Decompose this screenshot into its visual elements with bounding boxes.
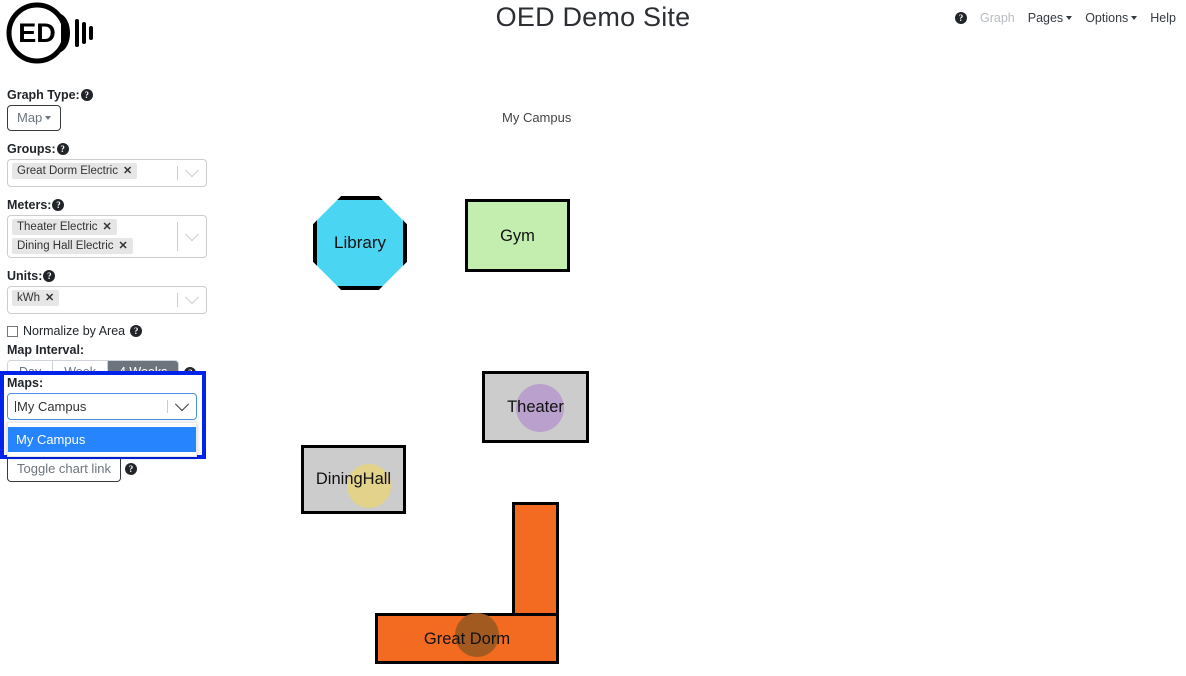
nav-item-graph[interactable]: Graph <box>980 11 1015 25</box>
groups-chip[interactable]: Great Dorm Electric ✕ <box>12 163 138 179</box>
meters-selected-values: Theater Electric ✕ Dining Hall Electric … <box>8 216 177 257</box>
meters-chip[interactable]: Theater Electric ✕ <box>12 219 117 235</box>
great-dorm-vertical-wing <box>512 502 559 617</box>
top-navigation: ? Graph Pages Options Help <box>954 11 1176 25</box>
great-dorm-usage-marker[interactable] <box>455 613 499 657</box>
units-select[interactable]: kWh ✕ <box>7 286 207 314</box>
units-chip-label: kWh <box>17 292 40 304</box>
maps-dropdown-menu: My Campus <box>7 422 197 457</box>
remove-chip-icon[interactable]: ✕ <box>40 291 59 305</box>
building-great-dorm[interactable]: Great Dorm <box>375 502 559 664</box>
theater-usage-marker[interactable] <box>516 384 564 432</box>
help-circle-icon[interactable]: ? <box>52 199 65 211</box>
meters-label-text: Meters: <box>7 198 52 212</box>
nav-item-pages[interactable]: Pages <box>1027 11 1073 25</box>
groups-selected-values: Great Dorm Electric ✕ <box>8 160 177 186</box>
meters-select[interactable]: Theater Electric ✕ Dining Hall Electric … <box>7 215 207 258</box>
meters-chip-label: Dining Hall Electric <box>17 240 114 252</box>
meters-chip[interactable]: Dining Hall Electric ✕ <box>12 238 133 254</box>
normalize-by-area-checkbox[interactable] <box>7 325 18 337</box>
chevron-down-icon[interactable] <box>178 226 206 242</box>
remove-chip-icon[interactable]: ✕ <box>114 239 133 253</box>
toggle-chart-link-button[interactable]: Toggle chart link <box>7 455 121 482</box>
map-interval-label: Map Interval: <box>7 343 207 357</box>
maps-selected-value-text: My Campus <box>17 399 87 414</box>
graph-type-label: Graph Type: ? <box>7 88 207 102</box>
chevron-down-icon[interactable] <box>178 163 206 178</box>
maps-selected-value: My Campus <box>8 394 167 419</box>
nav-item-pages-label: Pages <box>1027 11 1064 25</box>
units-chip[interactable]: kWh ✕ <box>12 290 60 306</box>
groups-indicators <box>177 160 206 186</box>
units-label-text: Units: <box>7 269 43 283</box>
graph-type-button[interactable]: Map <box>7 105 62 131</box>
units-indicators <box>177 287 206 313</box>
help-circle-icon[interactable]: ? <box>56 143 69 155</box>
chevron-down-icon <box>1066 16 1073 20</box>
building-gym[interactable]: Gym <box>465 199 570 272</box>
units-selected-values: kWh ✕ <box>8 287 177 313</box>
maps-control: Maps: My Campus My Campus <box>7 376 197 457</box>
chevron-down-icon <box>45 116 52 120</box>
map-interval-label-text: Map Interval: <box>7 343 85 357</box>
groups-chip-label: Great Dorm Electric <box>17 165 118 177</box>
help-circle-icon[interactable]: ? <box>130 325 143 337</box>
normalize-by-area-label: Normalize by Area <box>23 324 126 338</box>
chevron-down-icon[interactable] <box>168 396 196 412</box>
chevron-down-icon <box>1131 16 1138 20</box>
chevron-down-icon[interactable] <box>178 290 206 305</box>
units-label: Units: ? <box>7 269 207 283</box>
sidebar-controls: Graph Type: ? Map Groups: ? Great Dorm E… <box>7 88 207 385</box>
map-canvas <box>216 60 1176 672</box>
maps-indicators <box>167 394 196 419</box>
maps-option-my-campus[interactable]: My Campus <box>8 427 196 452</box>
building-library-label: Library <box>334 233 386 252</box>
groups-label: Groups: ? <box>7 142 207 156</box>
meters-indicators <box>177 216 206 257</box>
meters-label: Meters: ? <box>7 198 207 212</box>
meters-chip-label: Theater Electric <box>17 221 98 233</box>
help-circle-icon[interactable]: ? <box>80 89 93 101</box>
remove-chip-icon[interactable]: ✕ <box>118 164 137 178</box>
maps-select[interactable]: My Campus <box>7 393 197 420</box>
remove-chip-icon[interactable]: ✕ <box>98 220 117 234</box>
help-circle-icon[interactable]: ? <box>954 12 967 24</box>
building-theater[interactable]: Theater <box>482 371 589 443</box>
maps-label-text: Maps: <box>7 376 44 390</box>
graph-type-value: Map <box>17 110 43 125</box>
normalize-by-area-row: Normalize by Area ? <box>7 324 207 338</box>
text-cursor <box>15 401 16 412</box>
building-gym-label: Gym <box>500 226 535 245</box>
toggle-chart-link-row: Toggle chart link ? <box>7 455 137 482</box>
maps-label: Maps: <box>7 376 197 390</box>
groups-select[interactable]: Great Dorm Electric ✕ <box>7 159 207 187</box>
graph-type-label-text: Graph Type: <box>7 88 80 102</box>
building-library[interactable]: Library <box>313 196 407 290</box>
nav-item-help[interactable]: Help <box>1150 11 1176 25</box>
help-circle-icon[interactable]: ? <box>43 270 56 282</box>
groups-label-text: Groups: <box>7 142 56 156</box>
nav-item-options[interactable]: Options <box>1085 11 1138 25</box>
help-circle-icon[interactable]: ? <box>124 462 137 475</box>
nav-item-options-label: Options <box>1085 11 1129 25</box>
